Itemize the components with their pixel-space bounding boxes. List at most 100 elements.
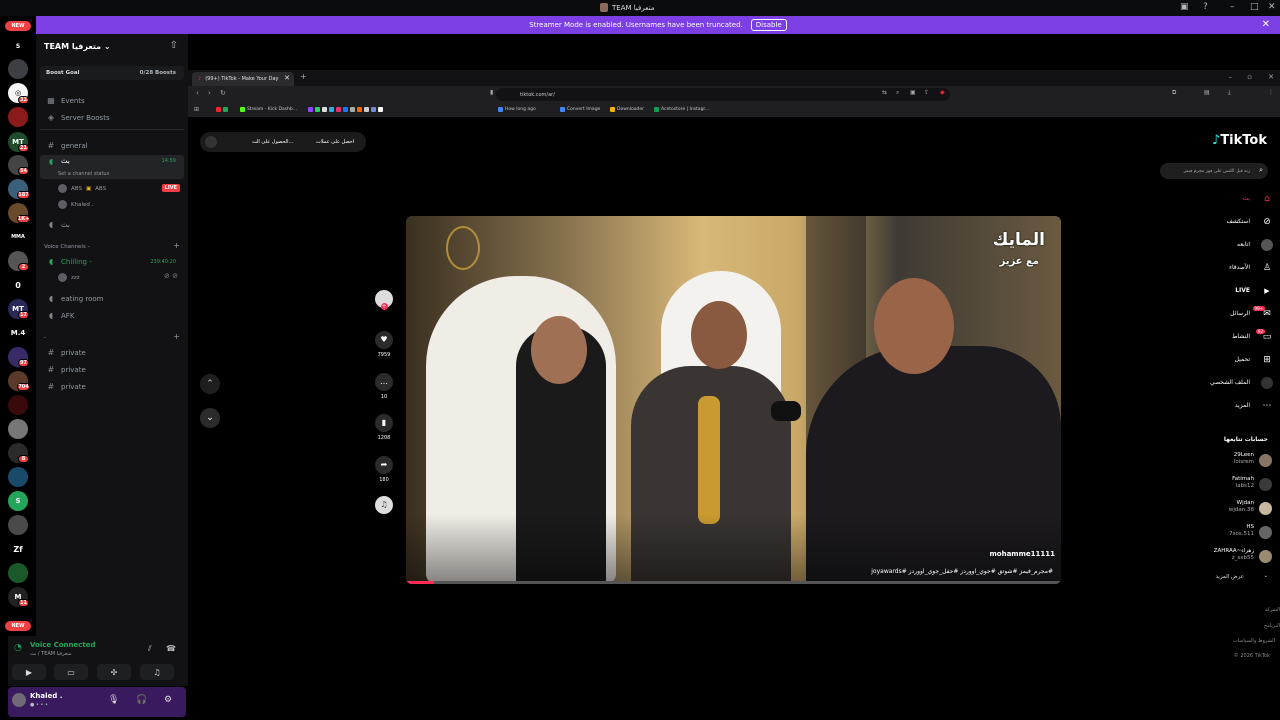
avatar[interactable]	[1259, 550, 1272, 563]
extensions-icon[interactable]: ⧉	[1172, 89, 1176, 97]
nav-item-friends[interactable]: الأصدقاء	[1229, 264, 1250, 271]
channel-bt-2[interactable]: ◖ بث	[40, 217, 184, 232]
bookmark-item[interactable]	[308, 107, 383, 112]
live-icon[interactable]: ▶	[1261, 285, 1273, 297]
search-icon[interactable]: ⌕	[1259, 166, 1263, 175]
translate-icon[interactable]: ⇆	[882, 89, 887, 96]
reading-list-icon[interactable]: ▤	[1204, 89, 1210, 96]
nav-item-profile[interactable]: الملف الشخصي	[1210, 379, 1250, 386]
avatar[interactable]	[1259, 478, 1272, 491]
video-progress-track[interactable]	[406, 581, 1061, 584]
bookmark-item[interactable]: Stream - Kick Dashb...	[240, 107, 297, 112]
next-video-button[interactable]: ⌄	[200, 408, 220, 428]
get-app-link[interactable]: الحصول على الت...	[252, 139, 293, 145]
bookmark-item[interactable]: How long ago	[498, 107, 536, 112]
channel-chilling[interactable]: ◖ Chilling - 239:40:20	[40, 254, 184, 269]
search-input[interactable]: زنه قبل اللنس على فوز مجرم فيمز ⌕	[1160, 163, 1268, 179]
footer-link[interactable]: الشركة	[1265, 607, 1280, 613]
camera-button[interactable]: ▶	[12, 664, 46, 680]
server-name[interactable]: TEAM متعرفيا ⌄	[44, 42, 111, 51]
channel-general[interactable]: # general	[40, 138, 184, 153]
server-letter-0[interactable]: 0	[8, 275, 28, 295]
friends-icon[interactable]: ♙	[1261, 262, 1273, 274]
channel-private[interactable]: # private	[40, 379, 184, 394]
server-icon[interactable]	[8, 107, 28, 127]
account-item[interactable]: HS 7sos.511	[1229, 524, 1254, 538]
invite-icon[interactable]: ⇧	[170, 40, 178, 51]
voice-user[interactable]: zzz	[58, 273, 80, 282]
minimize-icon[interactable]: –	[1230, 2, 1235, 12]
disconnect-icon[interactable]: ☎	[166, 644, 176, 653]
maximize-icon[interactable]: □	[1250, 2, 1259, 12]
extension-icon[interactable]: ◆	[940, 89, 945, 96]
server-icon[interactable]: MMA	[8, 227, 28, 247]
channel-private[interactable]: # private	[40, 345, 184, 360]
video-author[interactable]: mohamme11111	[990, 550, 1056, 558]
close-window-icon[interactable]: ✕	[1268, 2, 1276, 12]
nav-item-upload[interactable]: تحميل	[1235, 356, 1250, 363]
get-coins-link[interactable]: احصل على عملات	[316, 139, 354, 145]
inbox-icon[interactable]: ▣	[1180, 2, 1189, 12]
save-button[interactable]: ▮ 1208	[372, 414, 396, 441]
get-coins-pill[interactable]: الحصول على الت... احصل على عملات	[200, 132, 366, 152]
server-icon[interactable]: S	[8, 491, 28, 511]
headphones-icon[interactable]: 🎧	[136, 695, 147, 705]
avatar[interactable]	[1259, 454, 1272, 467]
home-icon[interactable]: ⌂	[1261, 193, 1273, 205]
tiktok-logo[interactable]: ♪TikTok	[1212, 133, 1267, 148]
bookmark-icon[interactable]: ▮	[490, 89, 493, 96]
nav-item-foryou[interactable]: بث	[1242, 195, 1250, 202]
apps-icon[interactable]: ⊞	[194, 106, 199, 113]
nav-item-activity[interactable]: النشاط	[1232, 333, 1250, 340]
account-item[interactable]: Fatimah labs12	[1232, 476, 1254, 490]
compass-icon[interactable]: ⊘	[1261, 216, 1273, 228]
upload-icon[interactable]: ⊞	[1261, 354, 1273, 366]
username[interactable]: Khaled .	[30, 692, 62, 700]
minimize-icon[interactable]: –	[1229, 73, 1233, 81]
channel-private[interactable]: # private	[40, 362, 184, 377]
channel-status-hint[interactable]: Set a channel status	[58, 171, 109, 177]
menu-icon[interactable]: ⋮	[1268, 89, 1274, 96]
events-item[interactable]: ▦ Events	[40, 93, 184, 108]
voice-user[interactable]: ABS ▣ ABS	[58, 184, 106, 193]
sound-disc[interactable]: ♫	[372, 496, 396, 514]
nav-item-following[interactable]: اتابعه	[1237, 241, 1250, 248]
server-letter-m4[interactable]: M.4	[8, 323, 28, 343]
server-icon[interactable]	[8, 395, 28, 415]
bookmark-item[interactable]: Convert Image	[560, 107, 600, 112]
new-tab-icon[interactable]: +	[300, 72, 307, 81]
video-hashtags[interactable]: #مجرم_فيمز #شوتق #جوي_اووردز #حفل_جوي_او…	[871, 568, 1053, 575]
video-player[interactable]: المايك مع عزيز mohamme11111 #مجرم_فيمز #…	[406, 216, 1061, 584]
screenshot-icon[interactable]: ▣	[910, 89, 916, 96]
boost-goal-bar[interactable]: Boost Goal 0/28 Boosts	[40, 66, 184, 80]
account-item[interactable]: Wjdan wjdan.38	[1229, 500, 1254, 514]
private-category[interactable]: -	[44, 335, 46, 341]
avatar[interactable]	[1259, 502, 1272, 515]
nav-item-explore[interactable]: استكشف	[1227, 218, 1250, 225]
avatar[interactable]	[1259, 526, 1272, 539]
server-icon[interactable]	[8, 563, 28, 583]
activities-button[interactable]: ✣	[97, 664, 131, 680]
soundboard-button[interactable]: ♫	[140, 664, 174, 680]
voice-channels-category[interactable]: Voice Channels -	[44, 244, 90, 250]
bookmark-item[interactable]: Downloader	[610, 107, 644, 112]
nav-item-live[interactable]: LIVE	[1235, 287, 1250, 294]
server-icon[interactable]	[8, 515, 28, 535]
close-window-icon[interactable]: ✕	[1268, 73, 1274, 81]
server-letter-s[interactable]: S	[8, 36, 28, 56]
channel-eating-room[interactable]: ◖ eating room	[40, 291, 184, 306]
bookmark-item[interactable]	[216, 107, 228, 112]
previous-video-button[interactable]: ⌃	[200, 374, 220, 394]
back-icon[interactable]: ‹	[196, 89, 199, 97]
channel-afk[interactable]: ◖ AFK	[40, 308, 184, 323]
account-item[interactable]: ZAHRAA~زهراء z_sxb55	[1214, 548, 1254, 562]
nav-item-more[interactable]: المزيد	[1235, 402, 1250, 409]
avatar[interactable]	[12, 693, 26, 707]
server-icon[interactable]	[8, 467, 28, 487]
share-icon[interactable]: ⇪	[924, 89, 929, 96]
voice-user[interactable]: Khaled .	[58, 200, 93, 209]
comment-button[interactable]: … 10	[372, 373, 396, 400]
screen-share-button[interactable]: ▭	[54, 664, 88, 680]
see-more-link[interactable]: عرض المزيد ⌄	[1215, 573, 1268, 580]
close-tab-icon[interactable]: ✕	[284, 74, 290, 82]
